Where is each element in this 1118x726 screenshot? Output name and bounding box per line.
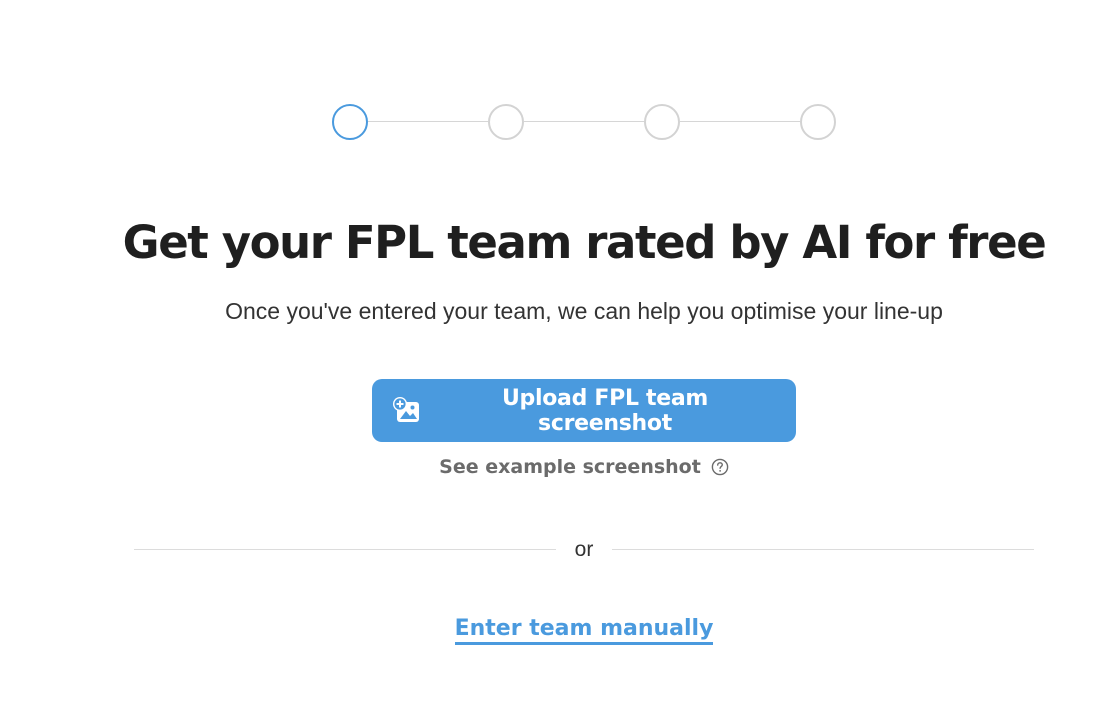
enter-team-manually-link[interactable]: Enter team manually bbox=[454, 616, 714, 645]
upload-screenshot-button[interactable]: Upload FPL team screenshot bbox=[372, 379, 796, 442]
upload-button-label: Upload FPL team screenshot bbox=[501, 385, 709, 436]
page: Get your FPL team rated by AI for free O… bbox=[0, 0, 1118, 726]
see-example-link[interactable]: See example screenshot bbox=[0, 456, 1118, 478]
add-image-icon bbox=[392, 396, 422, 426]
page-subtitle: Once you've entered your team, we can he… bbox=[225, 298, 943, 324]
step-4-indicator bbox=[800, 104, 836, 140]
step-3-indicator bbox=[644, 104, 680, 140]
enter-team-manually-container: Enter team manually bbox=[0, 616, 1118, 645]
divider-line-left bbox=[134, 549, 556, 550]
see-example-label: See example screenshot bbox=[439, 456, 701, 478]
step-1-indicator bbox=[332, 104, 368, 140]
page-title: Get your FPL team rated by AI for free bbox=[122, 216, 1047, 269]
divider-line-right bbox=[612, 549, 1034, 550]
step-2-indicator bbox=[488, 104, 524, 140]
help-circle-icon[interactable] bbox=[711, 458, 729, 476]
stepper-connector bbox=[680, 121, 800, 122]
stepper-connector bbox=[524, 121, 644, 122]
stepper-connector bbox=[368, 121, 488, 122]
divider-or-label: or bbox=[574, 538, 594, 561]
progress-stepper bbox=[332, 104, 836, 140]
